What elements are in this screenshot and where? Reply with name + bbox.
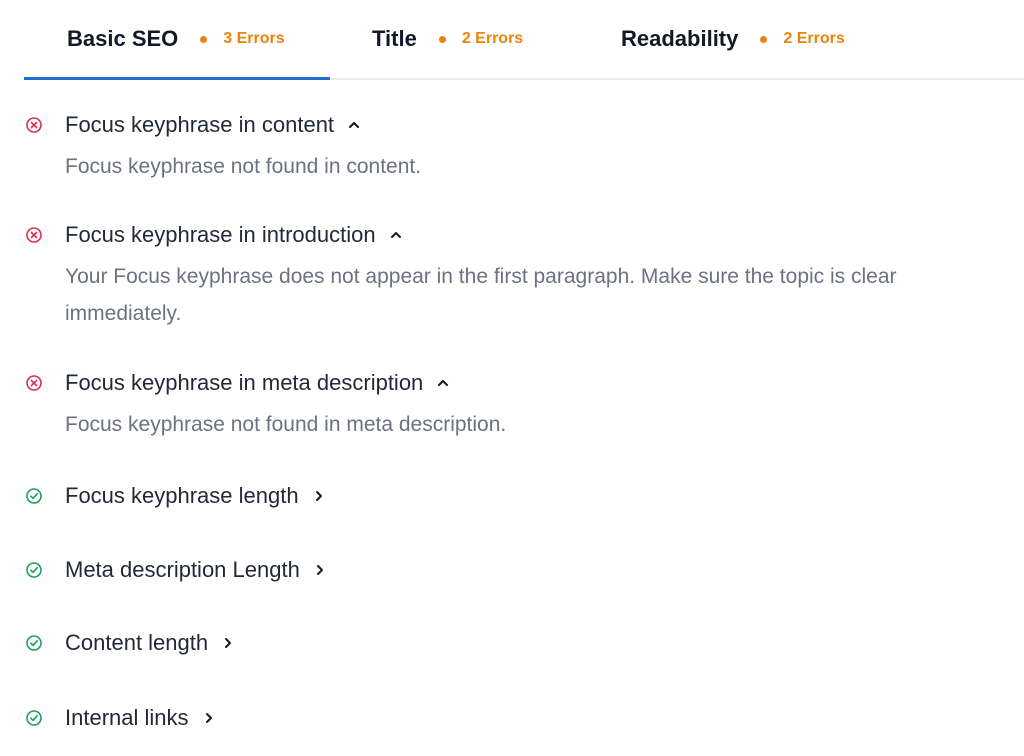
check-item: Meta description Length: [24, 555, 1004, 585]
check-title: Internal links: [65, 705, 189, 730]
check-circle-icon: [24, 633, 44, 653]
check-title: Focus keyphrase in content: [65, 112, 335, 137]
chevron-up-icon[interactable]: [388, 227, 404, 243]
check-description: Focus keyphrase not found in content.: [65, 155, 422, 178]
error-count-badge: 2 Errors: [783, 30, 845, 47]
check-item-header[interactable]: Content length: [24, 628, 1004, 658]
check-circle-icon: [24, 486, 44, 506]
check-title: Meta description Length: [65, 557, 300, 582]
check-item: Focus keyphrase in meta description Focu…: [24, 368, 1004, 443]
chevron-right-icon[interactable]: [312, 562, 328, 578]
check-description: Focus keyphrase not found in meta descri…: [65, 413, 507, 436]
chevron-right-icon[interactable]: [311, 488, 327, 504]
error-count-badge: 3 Errors: [223, 30, 285, 47]
tab-label: Title: [372, 26, 417, 51]
x-circle-icon: [24, 225, 44, 245]
warning-dot-icon: [200, 35, 208, 43]
check-item-header[interactable]: Meta description Length: [24, 555, 1004, 585]
check-title: Focus keyphrase length: [65, 483, 299, 508]
check-title: Content length: [65, 630, 209, 655]
chevron-right-icon[interactable]: [220, 635, 236, 651]
active-tab-indicator: [24, 77, 330, 80]
check-title: Focus keyphrase in meta description: [65, 370, 424, 395]
tab-basic-seo[interactable]: Basic SEO 3 Errors: [67, 0, 285, 78]
check-item-header[interactable]: Focus keyphrase in meta description: [24, 368, 1004, 398]
warning-dot-icon: [760, 35, 768, 43]
check-description: Your Focus keyphrase does not appear in …: [65, 265, 897, 325]
check-item: Internal links: [24, 703, 1004, 733]
warning-dot-icon: [438, 35, 446, 43]
x-circle-icon: [24, 115, 44, 135]
tab-title[interactable]: Title 2 Errors: [372, 0, 523, 78]
check-item-header[interactable]: Focus keyphrase length: [24, 481, 1004, 511]
check-circle-icon: [24, 708, 44, 728]
check-item-header[interactable]: Internal links: [24, 703, 1004, 733]
check-item: Focus keyphrase in content Focus keyphra…: [24, 110, 1004, 185]
chevron-up-icon[interactable]: [435, 375, 451, 391]
check-item: Focus keyphrase length: [24, 481, 1004, 511]
chevron-up-icon[interactable]: [346, 117, 362, 133]
error-count-badge: 2 Errors: [461, 30, 524, 47]
tab-label: Readability: [621, 26, 739, 51]
tab-label: Basic SEO: [67, 26, 179, 51]
x-circle-icon: [24, 373, 44, 393]
check-circle-icon: [24, 560, 44, 580]
chevron-right-icon[interactable]: [201, 710, 217, 726]
tab-readability[interactable]: Readability 2 Errors: [621, 0, 845, 78]
check-item: Focus keyphrase in introduction Your Foc…: [24, 220, 1004, 332]
check-item-header[interactable]: Focus keyphrase in introduction: [24, 220, 1004, 250]
tab-bar: Basic SEO 3 Errors Title 2 Errors Readab…: [24, 0, 1024, 80]
check-title: Focus keyphrase in introduction: [65, 222, 376, 247]
check-item-header[interactable]: Focus keyphrase in content: [24, 110, 1004, 140]
check-item: Content length: [24, 628, 1004, 658]
